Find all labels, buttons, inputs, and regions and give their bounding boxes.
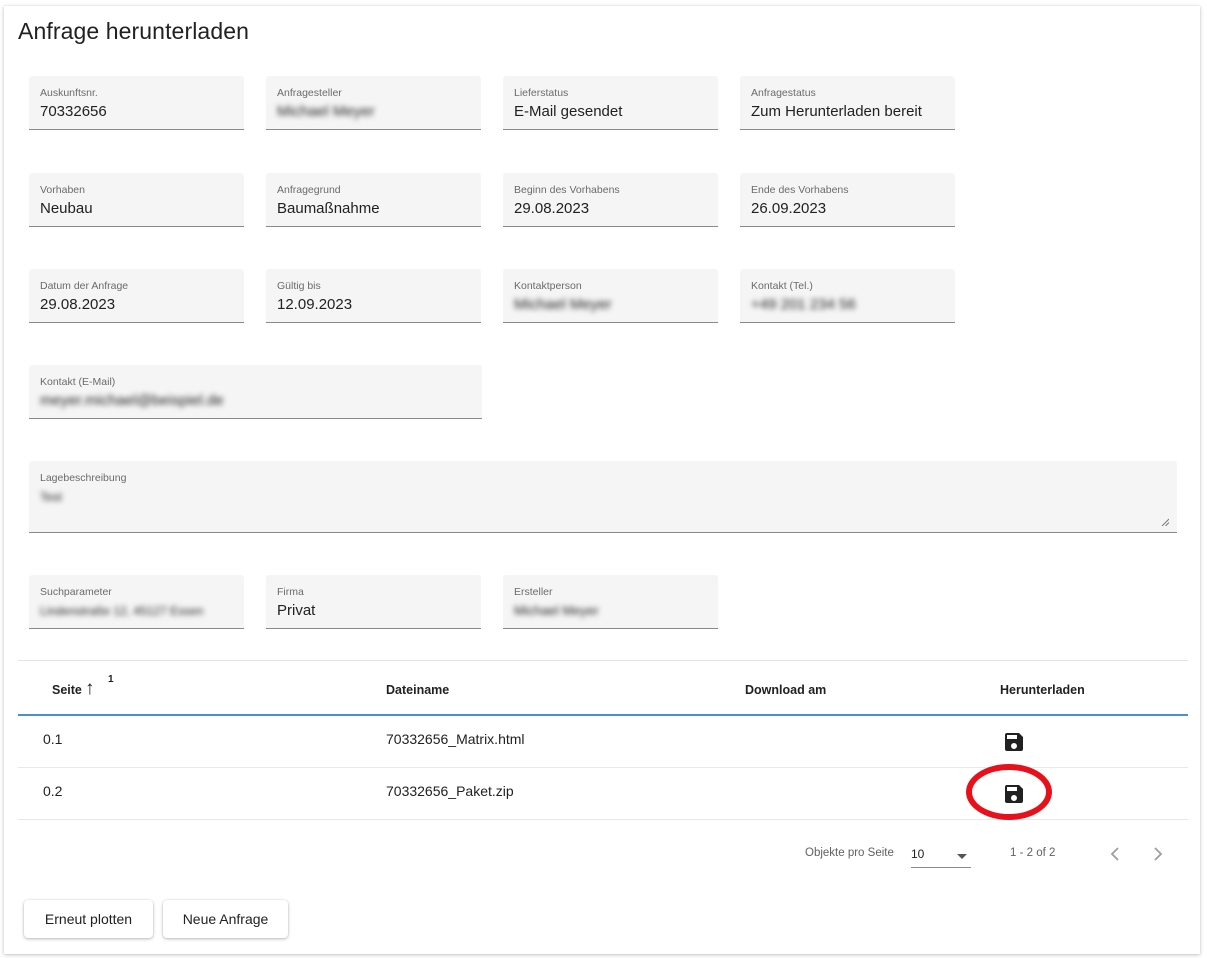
column-header-download-am: Download am [745,683,827,697]
field-value-redacted: Michael Meyer [514,603,599,618]
field-anfragesteller: Anfragesteller Michael Meyer [266,76,481,130]
column-header-herunterladen: Herunterladen [1000,683,1085,697]
field-anfragegrund: Anfragegrund Baumaßnahme [266,173,481,227]
column-header-seite[interactable]: Seite [52,683,82,697]
field-anfragestatus: Anfragestatus Zum Herunterladen bereit [740,76,955,130]
field-label: Anfragestatus [751,87,816,99]
sort-index-badge: 1 [108,674,114,685]
field-label: Lagebeschreibung [40,472,127,484]
field-ende-des-vorhabens: Ende des Vorhabens 26.09.2023 [740,173,955,227]
field-vorhaben: Vorhaben Neubau [29,173,244,227]
field-ersteller: Ersteller Michael Meyer [503,575,718,629]
field-label: Anfragegrund [277,184,341,196]
field-value: Neubau [40,200,93,217]
field-label: Anfragesteller [277,87,342,99]
field-value-redacted: +49 201 234 56 [751,296,856,313]
field-value-redacted: meyer.michael@beispiel.de [40,392,224,409]
chevron-right-icon [1154,847,1163,861]
field-label: Lieferstatus [514,87,569,99]
field-value: 70332656 [40,103,107,120]
resize-handle-icon[interactable] [1161,518,1169,526]
field-label: Ersteller [514,586,553,598]
new-request-button[interactable]: Neue Anfrage [163,900,288,938]
field-label: Kontakt (E-Mail) [40,376,116,388]
field-label: Vorhaben [40,184,85,196]
field-firma: Firma Privat [266,575,481,629]
files-table: Seite ↑ 1 Dateiname Download am Herunter… [18,660,1188,820]
field-label: Auskunftsnr. [40,87,98,99]
cell-dateiname: 70332656_Matrix.html [386,731,525,747]
field-value-redacted: Lindenstraße 12, 45127 Essen [40,604,204,618]
field-label: Suchparameter [40,586,112,598]
field-gueltig-bis: Gültig bis 12.09.2023 [266,269,481,323]
field-kontakt-tel: Kontakt (Tel.) +49 201 234 56 [740,269,955,323]
field-value: E-Mail gesendet [514,103,623,120]
field-label: Gültig bis [277,280,321,292]
chevron-left-icon [1110,847,1119,861]
next-page-button[interactable] [1144,840,1170,868]
field-kontakt-email: Kontakt (E-Mail) meyer.michael@beispiel.… [29,365,482,419]
paginator: Objekte pro Seite 10 1 - 2 of 2 [0,840,1207,870]
page-size-value: 10 [911,847,925,861]
floppy-disk-icon[interactable] [1002,782,1026,806]
field-label: Datum der Anfrage [40,280,129,292]
field-auskunftsnr: Auskunftsnr. 70332656 [29,76,244,130]
replot-button[interactable]: Erneut plotten [24,900,153,938]
field-value-redacted: Michael Meyer [514,296,612,313]
field-value: Baumaßnahme [277,200,380,217]
field-suchparameter: Suchparameter Lindenstraße 12, 45127 Ess… [29,575,244,629]
field-label: Kontaktperson [514,280,582,292]
field-value: 29.08.2023 [40,296,116,313]
cell-seite: 0.2 [43,783,63,799]
field-label: Beginn des Vorhabens [514,184,620,196]
page-size-label: Objekte pro Seite [805,847,894,859]
caret-down-icon [957,854,967,859]
field-value: Zum Herunterladen bereit [751,103,922,120]
previous-page-button[interactable] [1103,840,1129,868]
field-value: Privat [277,602,316,619]
field-label: Kontakt (Tel.) [751,280,813,292]
table-header-row: Seite ↑ 1 Dateiname Download am Herunter… [18,660,1188,716]
field-label: Ende des Vorhabens [751,184,849,196]
field-value-redacted: Michael Meyer [277,103,375,120]
field-beginn-des-vorhabens: Beginn des Vorhabens 29.08.2023 [503,173,718,227]
table-row: 0.1 70332656_Matrix.html [18,716,1188,768]
page-size-select[interactable]: 10 [911,842,971,868]
table-row: 0.2 70332656_Paket.zip [18,764,1188,820]
field-kontaktperson: Kontaktperson Michael Meyer [503,269,718,323]
floppy-disk-icon[interactable] [1002,730,1026,754]
arrow-up-icon[interactable]: ↑ [85,678,95,700]
field-lieferstatus: Lieferstatus E-Mail gesendet [503,76,718,130]
field-lagebeschreibung[interactable]: Lagebeschreibung Test [29,461,1177,533]
field-datum-der-anfrage: Datum der Anfrage 29.08.2023 [29,269,244,323]
cell-dateiname: 70332656_Paket.zip [386,783,514,799]
field-label: Firma [277,586,304,598]
page-range-label: 1 - 2 of 2 [1010,847,1056,859]
field-value: 12.09.2023 [277,296,353,313]
cell-seite: 0.1 [43,731,63,747]
field-value: 29.08.2023 [514,200,590,217]
page-title: Anfrage herunterladen [18,18,249,44]
column-header-dateiname: Dateiname [386,683,450,697]
field-value: 26.09.2023 [751,200,827,217]
field-value-redacted: Test [40,490,63,504]
